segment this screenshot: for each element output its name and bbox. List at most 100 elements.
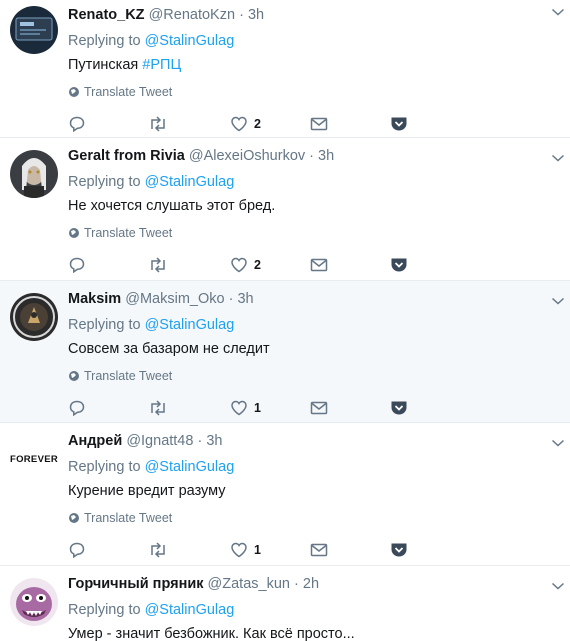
translate-label[interactable]: Translate Tweet: [84, 84, 172, 100]
translate-tweet-link[interactable]: Translate Tweet: [68, 225, 570, 241]
translate-tweet-link[interactable]: Translate Tweet: [68, 368, 570, 384]
reply-icon: [69, 116, 85, 133]
avatar[interactable]: [10, 293, 58, 341]
globe-icon: [69, 228, 79, 238]
tweet-text: Курение вредит разуму: [68, 483, 226, 499]
retweet-button[interactable]: [148, 253, 168, 277]
timestamp[interactable]: 2h: [303, 576, 319, 592]
replying-to-label: Replying to: [68, 317, 141, 333]
like-button[interactable]: 2: [230, 253, 261, 277]
envelope-icon: [310, 401, 328, 415]
chevron-down-icon[interactable]: [550, 293, 566, 309]
like-count: 1: [254, 543, 261, 557]
hashtag-link[interactable]: #РПЦ: [142, 57, 181, 73]
envelope-icon: [310, 258, 328, 272]
tweet-actions: 1: [68, 538, 570, 568]
tweet-text: Путинская #РПЦ: [68, 55, 570, 75]
timestamp[interactable]: 3h: [248, 7, 264, 23]
replying-to: Replying to @StalinGulag: [68, 31, 570, 51]
avatar[interactable]: [10, 578, 58, 626]
replying-to-user[interactable]: @StalinGulag: [145, 459, 235, 475]
like-button[interactable]: 2: [230, 112, 261, 136]
translate-label[interactable]: Translate Tweet: [84, 368, 172, 384]
author-name[interactable]: Renato_KZ: [68, 7, 145, 23]
timestamp[interactable]: 3h: [237, 291, 253, 307]
replying-to-label: Replying to: [68, 602, 141, 618]
heart-icon: [231, 542, 247, 558]
direct-message-button[interactable]: [310, 112, 328, 136]
reply-button[interactable]: [68, 253, 86, 277]
monster-avatar-icon: [10, 578, 58, 626]
separator-dot: ·: [294, 576, 299, 592]
reply-feed: Renato_KZ @RenatoKzn · 3h Replying to @S…: [0, 0, 570, 641]
author-handle[interactable]: @Zatas_kun: [208, 576, 290, 592]
tweet-text: Совсем за базаром не следит: [68, 341, 270, 357]
author-handle[interactable]: @Ignatt48: [126, 433, 193, 449]
like-count: 1: [254, 401, 261, 415]
like-button[interactable]: 1: [230, 396, 261, 420]
pocket-icon: [391, 401, 407, 415]
replying-to-label: Replying to: [68, 459, 141, 475]
retweet-button[interactable]: [148, 112, 168, 136]
author-name[interactable]: Geralt from Rivia: [68, 148, 185, 164]
tweet[interactable]: Горчичный пряник @Zatas_kun · 2h Replyin…: [0, 566, 570, 641]
translate-tweet-link[interactable]: Translate Tweet: [68, 84, 570, 100]
timestamp[interactable]: 3h: [318, 148, 334, 164]
author-handle[interactable]: @RenatoKzn: [149, 7, 235, 23]
replying-to: Replying to @StalinGulag: [68, 315, 570, 335]
chevron-down-icon[interactable]: [550, 578, 566, 594]
tweet-actions: 2: [68, 253, 570, 283]
author-name[interactable]: Андрей: [68, 433, 122, 449]
avatar[interactable]: [10, 150, 58, 198]
translate-tweet-link[interactable]: Translate Tweet: [68, 510, 570, 526]
envelope-icon: [310, 117, 328, 131]
replying-to-label: Replying to: [68, 174, 141, 190]
replying-to-label: Replying to: [68, 33, 141, 49]
tweet[interactable]: Geralt from Rivia @AlexeiOshurkov · 3h R…: [0, 138, 570, 281]
tweet-text: Не хочется слушать этот бред.: [68, 198, 276, 214]
emblem-avatar-icon: [10, 293, 58, 341]
direct-message-button[interactable]: [310, 538, 328, 562]
tweet[interactable]: Maksim @Maksim_Oko · 3h Replying to @Sta…: [0, 281, 570, 423]
translate-label[interactable]: Translate Tweet: [84, 510, 172, 526]
pocket-icon: [391, 258, 407, 272]
retweet-button[interactable]: [148, 538, 168, 562]
author-name[interactable]: Горчичный пряник: [68, 576, 204, 592]
reply-button[interactable]: [68, 538, 86, 562]
save-pocket-button[interactable]: [390, 112, 408, 136]
save-pocket-button[interactable]: [390, 253, 408, 277]
tweet[interactable]: Renato_KZ @RenatoKzn · 3h Replying to @S…: [0, 0, 570, 138]
author-handle[interactable]: @Maksim_Oko: [125, 291, 224, 307]
author-handle[interactable]: @AlexeiOshurkov: [189, 148, 305, 164]
replying-to-user[interactable]: @StalinGulag: [145, 317, 235, 333]
avatar[interactable]: [10, 6, 58, 54]
reply-button[interactable]: [68, 396, 86, 420]
separator-dot: ·: [309, 148, 315, 164]
globe-icon: [69, 87, 79, 97]
chevron-down-icon[interactable]: [550, 435, 566, 451]
separator-dot: ·: [228, 291, 234, 307]
replying-to-user[interactable]: @StalinGulag: [145, 602, 235, 618]
direct-message-button[interactable]: [310, 396, 328, 420]
avatar[interactable]: FOREVER: [8, 435, 60, 483]
timestamp[interactable]: 3h: [206, 433, 222, 449]
chevron-down-icon[interactable]: [550, 4, 566, 20]
witcher-avatar-icon: [10, 150, 58, 198]
translate-label[interactable]: Translate Tweet: [84, 225, 172, 241]
direct-message-button[interactable]: [310, 253, 328, 277]
replying-to: Replying to @StalinGulag: [68, 172, 570, 192]
reply-button[interactable]: [68, 112, 86, 136]
chevron-down-icon[interactable]: [550, 150, 566, 166]
save-pocket-button[interactable]: [390, 396, 408, 420]
retweet-icon: [151, 542, 165, 558]
save-pocket-button[interactable]: [390, 538, 408, 562]
envelope-icon: [310, 543, 328, 557]
like-button[interactable]: 1: [230, 538, 261, 562]
tweet-actions: 1: [68, 396, 570, 426]
replying-to-user[interactable]: @StalinGulag: [145, 174, 235, 190]
author-name[interactable]: Maksim: [68, 291, 121, 307]
tweet[interactable]: FOREVER Андрей @Ignatt48 · 3h Replying t…: [0, 423, 570, 566]
replying-to-user[interactable]: @StalinGulag: [145, 33, 235, 49]
pocket-icon: [391, 117, 407, 131]
retweet-button[interactable]: [148, 396, 168, 420]
